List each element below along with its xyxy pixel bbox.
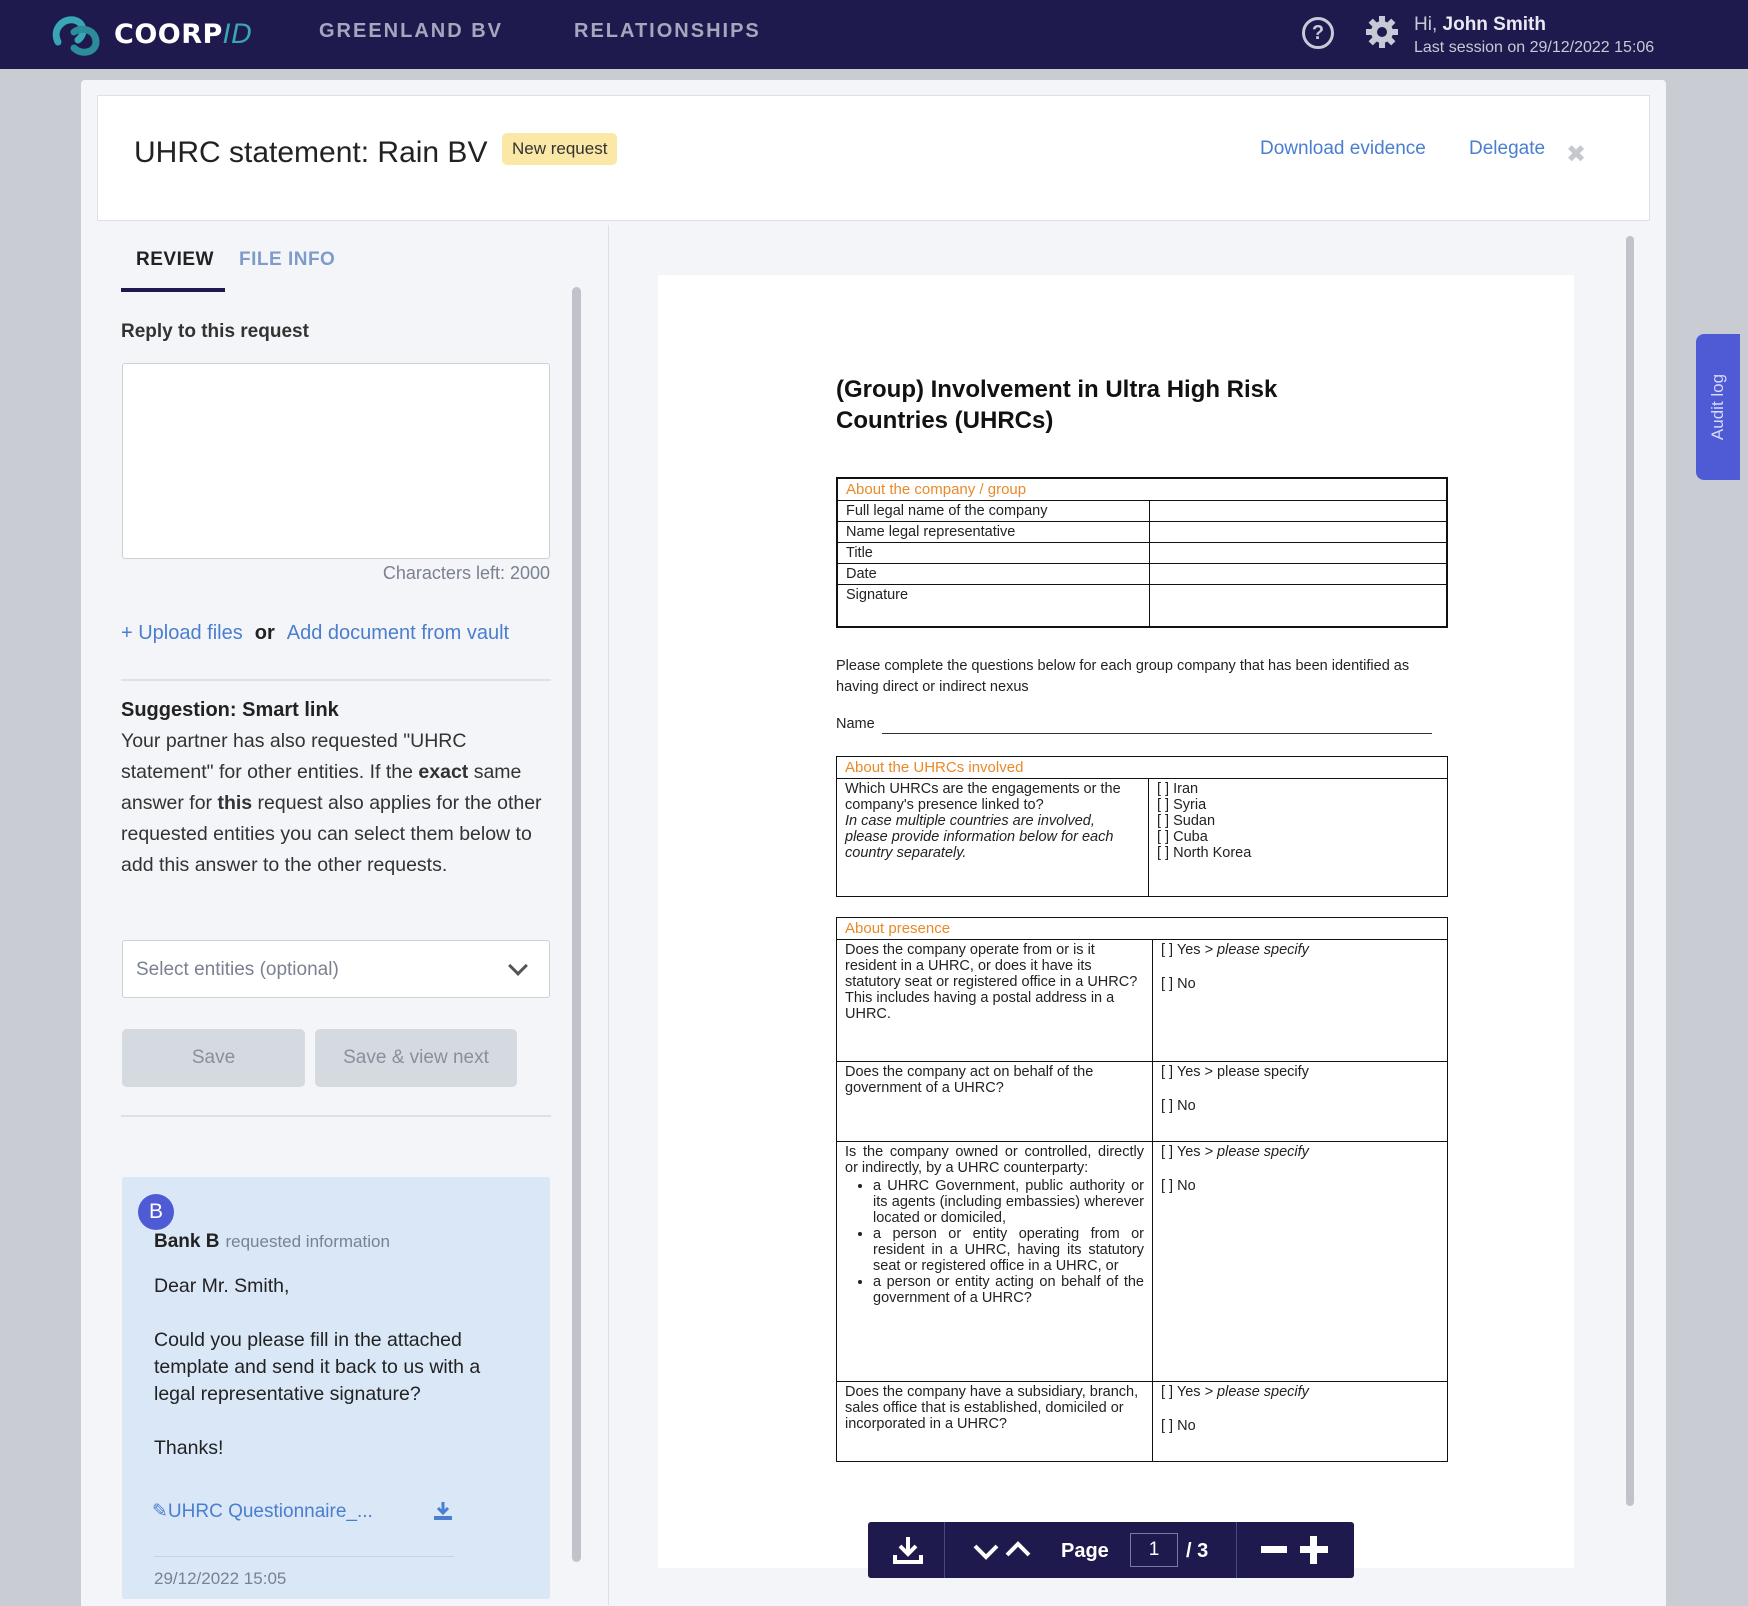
reply-textarea[interactable] bbox=[122, 363, 550, 559]
characters-left: Characters left: 2000 bbox=[382, 563, 550, 583]
download-evidence-link[interactable]: Download evidence bbox=[1260, 138, 1426, 160]
table-cell: [ ] Yes > please specify[ ] No bbox=[1152, 1141, 1448, 1382]
user-menu[interactable]: Hi, John Smith Last session on 29/12/202… bbox=[1414, 14, 1654, 57]
delegate-link[interactable]: Delegate bbox=[1469, 138, 1545, 160]
divider bbox=[121, 1115, 551, 1117]
gear-icon[interactable] bbox=[1364, 14, 1400, 50]
status-badge: New request bbox=[502, 133, 618, 165]
save-button[interactable]: Save bbox=[122, 1029, 305, 1087]
document-name-label: Name bbox=[836, 716, 875, 732]
toolbar-separator bbox=[944, 1522, 945, 1578]
nav-link-relationships[interactable]: RELATIONSHIPS bbox=[574, 20, 761, 43]
reply-label: Reply to this request bbox=[121, 321, 309, 342]
uhrc-table: About the UHRCs involved Which UHRCs are… bbox=[836, 756, 1448, 897]
attachment-link[interactable]: ✎UHRC Questionnaire_... bbox=[152, 1500, 373, 1523]
close-icon[interactable]: ✖ bbox=[1566, 140, 1586, 169]
table-cell: [ ] Yes > please specify[ ] No bbox=[1152, 939, 1448, 1062]
document-title: (Group) Involvement in Ultra High Risk C… bbox=[836, 376, 1278, 434]
tab-file-info[interactable]: FILE INFO bbox=[239, 249, 335, 271]
help-icon[interactable]: ? bbox=[1302, 17, 1334, 49]
download-icon[interactable] bbox=[892, 1535, 924, 1565]
audit-log-tab[interactable]: Audit log bbox=[1696, 334, 1740, 480]
company-table-header: About the company / group bbox=[836, 477, 1448, 501]
table-cell: Is the company owned or controlled, dire… bbox=[836, 1141, 1153, 1382]
viewer-border bbox=[608, 225, 609, 1605]
table-cell bbox=[1148, 500, 1448, 522]
table-cell: Title bbox=[836, 542, 1150, 564]
coorpid-logo[interactable]: COORPID bbox=[48, 12, 253, 56]
last-session: Last session on 29/12/2022 15:06 bbox=[1414, 39, 1655, 56]
left-panel-scrollbar[interactable] bbox=[572, 287, 581, 1562]
zoom-in-icon[interactable] bbox=[1300, 1536, 1328, 1564]
message-sender: Bank Brequested information bbox=[154, 1231, 390, 1252]
user-name: John Smith bbox=[1442, 14, 1546, 35]
company-table: About the company / group Full legal nam… bbox=[836, 477, 1448, 628]
table-cell bbox=[1148, 542, 1448, 564]
presence-table: About presence Does the company operate … bbox=[836, 917, 1448, 1462]
document-instructions: Please complete the questions below for … bbox=[836, 658, 1410, 695]
select-entities-dropdown[interactable]: Select entities (optional) bbox=[122, 940, 550, 998]
download-icon[interactable] bbox=[432, 1500, 454, 1522]
name-line bbox=[882, 733, 1432, 734]
table-cell: Full legal name of the company bbox=[836, 500, 1150, 522]
active-tab-indicator bbox=[121, 288, 225, 292]
logo-text: COORPID bbox=[114, 18, 253, 50]
table-cell: Which UHRCs are the engagements or the c… bbox=[836, 778, 1149, 897]
nav-link-company[interactable]: GREENLAND BV bbox=[319, 20, 503, 43]
coorpid-logo-icon bbox=[52, 16, 100, 56]
page-number-input[interactable] bbox=[1130, 1533, 1178, 1567]
or-text: or bbox=[254, 622, 275, 644]
zoom-out-icon[interactable] bbox=[1261, 1546, 1287, 1554]
audit-log-label: Audit log bbox=[1708, 373, 1727, 441]
chevron-down-icon[interactable] bbox=[972, 1542, 1000, 1560]
table-cell bbox=[1148, 563, 1448, 585]
add-from-vault-link[interactable]: Add document from vault bbox=[287, 622, 509, 644]
save-view-next-button[interactable]: Save & view next bbox=[315, 1029, 517, 1087]
page-label: Page bbox=[1061, 1540, 1109, 1562]
presence-table-header: About presence bbox=[836, 917, 1448, 940]
divider bbox=[121, 679, 551, 681]
uhrc-table-header: About the UHRCs involved bbox=[836, 756, 1448, 779]
chevron-down-icon bbox=[508, 956, 528, 976]
paperclip-icon: ✎ bbox=[152, 1501, 168, 1522]
suggestion-text: Your partner has also requested "UHRC st… bbox=[121, 730, 542, 876]
user-greeting: Hi, John Smith bbox=[1414, 14, 1546, 35]
suggestion-title: Suggestion: Smart link bbox=[121, 699, 339, 721]
chevron-up-icon[interactable] bbox=[1004, 1540, 1032, 1558]
table-cell: [ ] Yes > please specify[ ] No bbox=[1152, 1381, 1448, 1462]
table-cell: Does the company operate from or is it r… bbox=[836, 939, 1153, 1062]
select-placeholder: Select entities (optional) bbox=[136, 959, 339, 980]
table-cell: Date bbox=[836, 563, 1150, 585]
message-timestamp: 29/12/2022 15:05 bbox=[154, 1569, 287, 1588]
table-cell: Does the company act on behalf of the go… bbox=[836, 1061, 1153, 1142]
page-total: / 3 bbox=[1186, 1540, 1209, 1562]
message-body: Dear Mr. Smith, Could you please fill in… bbox=[154, 1275, 481, 1459]
divider bbox=[154, 1556, 454, 1557]
pdf-toolbar: Page / 3 bbox=[868, 1522, 1354, 1578]
top-nav: COORPID GREENLAND BV RELATIONSHIPS ? Hi,… bbox=[0, 0, 1748, 69]
upload-files-link[interactable]: + Upload files bbox=[121, 622, 243, 644]
table-cell: Signature bbox=[836, 584, 1150, 627]
page-title: UHRC statement: Rain BV bbox=[134, 136, 488, 169]
toolbar-separator bbox=[1236, 1522, 1237, 1578]
table-cell: Name legal representative bbox=[836, 521, 1150, 543]
tab-review[interactable]: REVIEW bbox=[136, 249, 214, 271]
avatar: B bbox=[138, 1194, 174, 1230]
upload-row: + Upload files or Add document from vault bbox=[121, 622, 509, 645]
table-cell: [ ] Iran[ ] Syria[ ] Sudan[ ] Cuba[ ] No… bbox=[1148, 778, 1448, 897]
table-cell: [ ] Yes > please specify[ ] No bbox=[1152, 1061, 1448, 1142]
table-cell bbox=[1148, 584, 1448, 627]
table-cell: Does the company have a subsidiary, bran… bbox=[836, 1381, 1153, 1462]
table-cell bbox=[1148, 521, 1448, 543]
viewer-scrollbar[interactable] bbox=[1626, 236, 1634, 1506]
